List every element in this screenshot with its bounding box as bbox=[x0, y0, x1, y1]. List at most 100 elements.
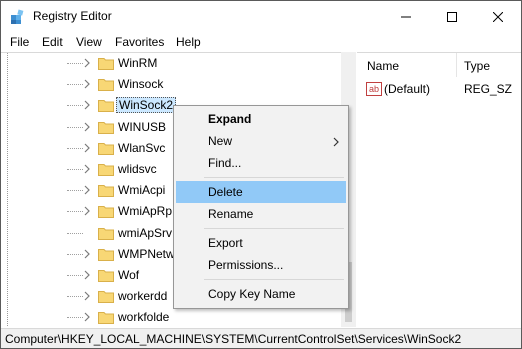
menu-help[interactable]: Help bbox=[176, 35, 201, 49]
context-menu-rename[interactable]: Rename bbox=[176, 203, 346, 225]
expand-chevron-icon[interactable] bbox=[82, 163, 92, 175]
tree-item-label: wlidsvc bbox=[118, 162, 157, 176]
tree-connector bbox=[67, 253, 83, 255]
context-menu-label: Permissions... bbox=[208, 258, 284, 272]
context-menu-label: Export bbox=[208, 236, 243, 250]
menu-bar: File Edit View Favorites Help bbox=[1, 32, 521, 52]
tree-item-label: Winsock bbox=[118, 77, 164, 92]
context-menu-label: Copy Key Name bbox=[208, 287, 296, 301]
tree-item-label: WINUSB bbox=[118, 119, 166, 134]
tree-item-label: WMPNetw bbox=[118, 246, 175, 261]
registry-editor-icon bbox=[10, 9, 26, 25]
value-name: (Default) bbox=[384, 82, 431, 96]
expand-chevron-icon[interactable] bbox=[82, 78, 92, 90]
expand-chevron-icon[interactable] bbox=[82, 99, 92, 111]
minimize-icon bbox=[401, 16, 411, 17]
registry-editor-window: Registry Editor File Edit View Favorites… bbox=[0, 0, 522, 349]
expand-chevron-icon[interactable] bbox=[82, 269, 92, 281]
title-bar[interactable]: Registry Editor bbox=[1, 1, 521, 32]
context-menu-find[interactable]: Find... bbox=[176, 152, 346, 174]
context-menu-expand[interactable]: Expand bbox=[176, 108, 346, 130]
window-title: Registry Editor bbox=[33, 9, 112, 23]
menu-separator bbox=[204, 177, 344, 178]
tree-connector bbox=[67, 105, 83, 107]
tree-connector bbox=[67, 84, 83, 86]
expand-chevron-icon[interactable] bbox=[82, 184, 92, 196]
close-button[interactable] bbox=[475, 1, 521, 32]
menu-edit[interactable]: Edit bbox=[42, 35, 63, 49]
tree-item-label: WmiAcpi bbox=[118, 183, 166, 198]
close-icon bbox=[493, 11, 503, 22]
expand-chevron-icon[interactable] bbox=[82, 248, 92, 260]
tree-connector bbox=[67, 63, 83, 64]
tree-connector bbox=[67, 275, 83, 276]
folder-icon bbox=[98, 289, 114, 304]
value-type: REG_SZ bbox=[464, 82, 513, 96]
tree-item-label: wmiApSrv bbox=[118, 225, 173, 240]
folder-icon bbox=[98, 141, 114, 155]
value-row[interactable]: ab (Default) REG_SZ bbox=[357, 79, 521, 99]
context-menu-new[interactable]: New bbox=[176, 130, 346, 152]
tree-connector bbox=[67, 232, 83, 234]
tree-item-label: WmiApRp bbox=[118, 204, 173, 219]
context-menu-permissions[interactable]: Permissions... bbox=[176, 254, 346, 276]
values-pane[interactable]: Name Type ab (Default) REG_SZ bbox=[357, 52, 521, 327]
column-header-type[interactable]: Type bbox=[464, 53, 490, 77]
tree-item-label: workerdd bbox=[118, 289, 168, 304]
minimize-button[interactable] bbox=[383, 1, 429, 32]
context-menu-label: Find... bbox=[208, 156, 242, 170]
menu-view[interactable]: View bbox=[76, 35, 102, 49]
column-header-name[interactable]: Name bbox=[367, 53, 399, 77]
folder-icon bbox=[98, 77, 114, 92]
folder-icon bbox=[98, 120, 114, 134]
context-menu-label: Delete bbox=[208, 185, 243, 199]
maximize-icon bbox=[447, 11, 457, 22]
tree-connector bbox=[67, 126, 83, 128]
string-value-icon: ab bbox=[366, 82, 382, 96]
expand-chevron-icon[interactable] bbox=[82, 121, 92, 133]
tree-item-label: workfolde bbox=[118, 310, 170, 325]
tree-item-label: Wof bbox=[118, 268, 140, 282]
folder-icon bbox=[98, 247, 114, 261]
tree-item[interactable]: Winsock bbox=[1, 75, 341, 94]
menu-file[interactable]: File bbox=[10, 35, 29, 49]
expand-chevron-icon[interactable] bbox=[82, 290, 92, 302]
context-menu-copy-key-name[interactable]: Copy Key Name bbox=[176, 283, 346, 305]
tree-connector bbox=[67, 169, 83, 170]
submenu-arrow-icon bbox=[332, 136, 340, 147]
folder-icon bbox=[98, 162, 114, 176]
tree-item[interactable]: WinRM bbox=[1, 54, 341, 73]
tree-item-label: WinSock2 bbox=[116, 97, 177, 114]
context-menu-label: Rename bbox=[208, 207, 254, 221]
folder-icon bbox=[98, 98, 114, 113]
context-menu: Expand New Find... Delete Rename Export Permis… bbox=[173, 105, 349, 309]
tree-connector bbox=[67, 211, 83, 213]
status-bar-path: Computer\HKEY_LOCAL_MACHINE\SYSTEM\Curre… bbox=[1, 328, 521, 348]
folder-icon bbox=[98, 310, 114, 325]
context-menu-delete[interactable]: Delete bbox=[176, 181, 346, 203]
tree-item[interactable]: workfolde bbox=[1, 308, 341, 327]
folder-icon bbox=[98, 56, 114, 70]
tree-connector bbox=[67, 317, 83, 319]
tree-item-label: WlanSvc bbox=[118, 140, 166, 155]
menu-separator bbox=[204, 228, 344, 229]
folder-icon bbox=[98, 268, 114, 282]
folder-icon bbox=[98, 183, 114, 198]
column-separator[interactable] bbox=[456, 53, 457, 77]
expand-chevron-icon[interactable] bbox=[82, 205, 92, 217]
expand-chevron-icon[interactable] bbox=[82, 142, 92, 154]
tree-connector bbox=[67, 190, 83, 192]
tree-item-label: WinRM bbox=[118, 56, 158, 70]
expand-chevron-icon[interactable] bbox=[82, 57, 92, 69]
context-menu-label: New bbox=[208, 134, 233, 148]
menu-separator bbox=[204, 279, 344, 280]
context-menu-label: Expand bbox=[208, 112, 252, 126]
expand-chevron-icon[interactable] bbox=[82, 311, 92, 323]
maximize-button[interactable] bbox=[429, 1, 475, 32]
tree-connector bbox=[67, 296, 83, 298]
context-menu-export[interactable]: Export bbox=[176, 232, 346, 254]
folder-icon bbox=[98, 204, 114, 219]
folder-icon bbox=[98, 226, 114, 240]
menu-favorites[interactable]: Favorites bbox=[115, 35, 164, 49]
tree-connector bbox=[67, 147, 83, 149]
